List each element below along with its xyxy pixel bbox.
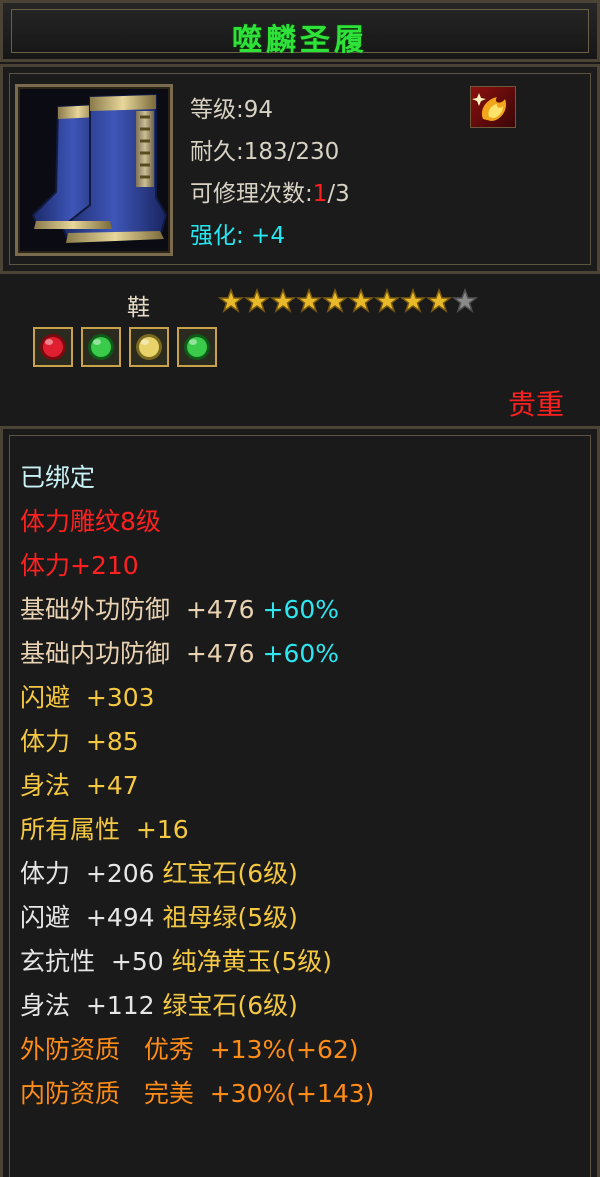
repair-used: 1: [312, 181, 328, 207]
gem3-stat: 玄抗性 +50: [20, 947, 172, 976]
repair-total: /3: [327, 181, 350, 207]
red-gem-icon: [33, 327, 73, 367]
star-filled-icon: [296, 288, 322, 313]
star-empty-icon: [452, 288, 478, 313]
engraving-bonus-line: 体力+210: [20, 551, 139, 580]
boots-icon: [31, 93, 168, 243]
star-filled-icon: [426, 288, 452, 313]
gem4-name: 绿宝石(6级): [162, 991, 298, 1020]
item-tooltip: 噬麟圣履 等级:94 耐久:183/230 可修理次数:1/3 强化: +4 鞋…: [0, 0, 600, 1177]
star-filled-icon: [348, 288, 374, 313]
gem4-stat: 身法 +112: [20, 991, 163, 1020]
enhance-text: 强化: +4: [190, 223, 285, 249]
durability-label: 耐久:: [190, 139, 244, 165]
inner-quality-line: 内防资质 完美 +30%(+143): [20, 1079, 375, 1108]
item-portrait: [15, 84, 173, 256]
star-filled-icon: [374, 288, 400, 313]
repair-label: 可修理次数:: [190, 181, 313, 207]
gem2-stat: 闪避 +494: [20, 903, 163, 932]
green-gem-icon: [81, 327, 121, 367]
star-filled-icon: [218, 288, 244, 313]
gem2-name: 祖母绿(5级): [162, 903, 298, 932]
title-bar: 噬麟圣履: [0, 0, 600, 62]
gem3-name: 纯净黄玉(5级): [171, 947, 333, 976]
yellow-gem-icon: [129, 327, 169, 367]
repair-count-text: 可修理次数:1/3: [190, 174, 350, 208]
base-outer-defense-line: 基础外功防御 +476 +60%: [20, 590, 339, 626]
gem2-line: 闪避 +494 祖母绿(5级): [20, 898, 298, 934]
base-outer-label: 基础外功防御 +476: [20, 595, 263, 624]
agility-line: 身法 +47: [20, 771, 139, 800]
green-gem-icon: [177, 327, 217, 367]
gem1-name: 红宝石(6级): [162, 859, 298, 888]
bound-status: 已绑定: [20, 463, 96, 492]
outer-quality-line: 外防资质 优秀 +13%(+62): [20, 1035, 359, 1064]
gem4-line: 身法 +112 绿宝石(6级): [20, 986, 298, 1022]
all-attributes-line: 所有属性 +16: [20, 815, 189, 844]
base-inner-label: 基础内功防御 +476: [20, 639, 263, 668]
star-filled-icon: [270, 288, 296, 313]
engraving-line: 体力雕纹8级: [20, 507, 161, 536]
stamina-line: 体力 +85: [20, 727, 139, 756]
rarity-label: 贵重: [507, 388, 564, 421]
level-text: 等级:94: [190, 97, 274, 123]
gem1-line: 体力 +206 红宝石(6级): [20, 854, 298, 890]
star-filled-icon: [244, 288, 270, 313]
dodge-line: 闪避 +303: [20, 683, 155, 712]
base-inner-pct: +60%: [262, 639, 340, 668]
base-inner-defense-line: 基础内功防御 +476 +60%: [20, 634, 339, 670]
durability-value: 183/230: [243, 139, 340, 165]
star-filled-icon: [322, 288, 348, 313]
gem1-stat: 体力 +206: [20, 859, 163, 888]
base-outer-pct: +60%: [262, 595, 340, 624]
gem3-line: 玄抗性 +50 纯净黄玉(5级): [20, 942, 332, 978]
special-badge-icon: [470, 86, 516, 128]
item-type: 鞋: [127, 295, 150, 321]
star-filled-icon: [400, 288, 426, 313]
durability-text: 耐久:183/230: [190, 132, 339, 166]
item-name: 噬麟圣履: [232, 23, 368, 58]
